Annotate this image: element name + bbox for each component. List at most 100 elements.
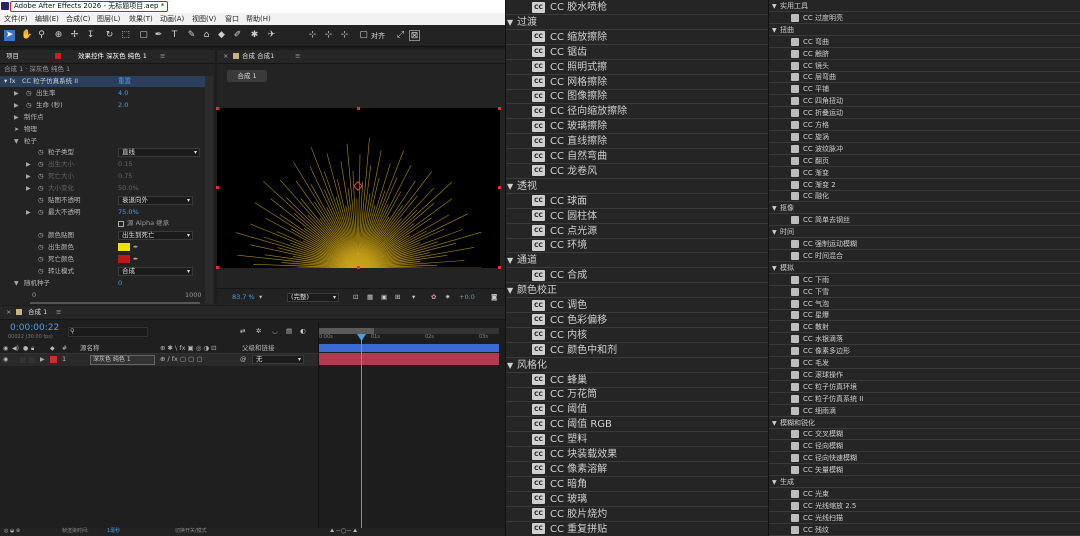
menu-composition[interactable]: 合成(C) xyxy=(66,14,90,24)
color-map-dropdown[interactable]: 出生到死亡 xyxy=(118,231,193,240)
effect-item[interactable]: CC CC 照明式擦 xyxy=(506,60,769,75)
label-icon[interactable]: ◆ xyxy=(50,343,55,354)
effect-item[interactable]: CC CC 球面 xyxy=(506,194,769,209)
collapse-arrow-icon[interactable]: ▼ xyxy=(507,358,517,373)
stopwatch-icon[interactable]: ◷ xyxy=(26,100,32,111)
effect-item[interactable]: CC 下雪 xyxy=(769,286,1080,298)
pickwhip-icon[interactable]: @ xyxy=(240,354,247,365)
close-icon[interactable]: × xyxy=(6,307,11,318)
effect-item[interactable]: CC 滚球操作 xyxy=(769,369,1080,381)
menu-view[interactable]: 视图(V) xyxy=(192,14,216,24)
layer-search-input[interactable] xyxy=(68,327,148,337)
viewer-menu-icon[interactable]: ≡ xyxy=(295,51,300,62)
effect-item[interactable]: CC CC 龙卷风 xyxy=(506,164,769,179)
stopwatch-icon[interactable]: ◷ xyxy=(38,242,44,253)
parent-dropdown[interactable]: 无 xyxy=(252,355,304,364)
panel-menu-icon[interactable]: ≡ xyxy=(160,51,165,62)
transfer-mode-dropdown[interactable]: 合成 xyxy=(118,267,193,276)
toggle-switches-modes[interactable]: 切换开关/模式 xyxy=(175,526,207,536)
menu-file[interactable]: 文件(F) xyxy=(4,14,28,24)
eyedropper-icon[interactable]: ✒ xyxy=(133,254,138,265)
eraser-tool-icon[interactable]: ◆ xyxy=(216,30,227,41)
composition-canvas[interactable] xyxy=(216,107,501,393)
effect-item[interactable]: CC CC 环境 xyxy=(506,238,769,254)
effect-item[interactable]: CC 散射 xyxy=(769,321,1080,334)
effect-item[interactable]: CC CC 圆柱体 xyxy=(506,209,769,224)
expand-arrow-icon[interactable]: ▶ xyxy=(26,159,31,170)
expand-arrow-icon[interactable]: ▶ xyxy=(26,207,31,218)
effect-item[interactable]: CC 强制运动模糊 xyxy=(769,238,1080,250)
effect-item[interactable]: CC 气泡 xyxy=(769,298,1080,310)
effect-item[interactable]: CC 简单去钢丝 xyxy=(769,214,1080,227)
resolution-dropdown[interactable]: (完整) xyxy=(287,293,339,302)
effect-item[interactable]: CC 波纹脉冲 xyxy=(769,143,1080,155)
effect-item[interactable]: CC 像素多边形 xyxy=(769,345,1080,358)
effect-item[interactable]: CC CC 块装载效果 xyxy=(506,447,769,462)
fx-badge[interactable]: ▾ fx xyxy=(4,76,15,87)
stopwatch-icon[interactable]: ◷ xyxy=(38,254,44,265)
expand-arrow-icon[interactable]: ▶ xyxy=(26,171,31,182)
axis-view-icon[interactable]: ⊹ xyxy=(339,30,350,41)
menu-edit[interactable]: 编辑(E) xyxy=(35,14,59,24)
expand-arrow-icon[interactable]: ▶ xyxy=(14,100,19,111)
zoom-dropdown-icon[interactable]: ▾ xyxy=(259,292,262,303)
stopwatch-icon[interactable]: ◷ xyxy=(38,266,44,277)
effect-item[interactable]: CC CC 暗角 xyxy=(506,477,769,492)
axis-world-icon[interactable]: ⊹ xyxy=(323,30,334,41)
effect-item[interactable]: CC 过度明亮 xyxy=(769,12,1080,24)
close-icon[interactable]: × xyxy=(223,51,228,62)
effect-item[interactable]: CC CC 玻璃 xyxy=(506,492,769,507)
effect-item[interactable]: CC 径向模糊 xyxy=(769,440,1080,453)
effect-item[interactable]: CC 弯曲 xyxy=(769,36,1080,48)
random-seed-slider[interactable] xyxy=(30,302,200,304)
view-options-icon[interactable]: ▾ xyxy=(412,292,415,303)
size-variation-value[interactable]: 50.0% xyxy=(118,183,139,194)
effect-item[interactable]: CC CC 缩放擦除 xyxy=(506,30,769,45)
effect-item[interactable]: CC CC 色彩偏移 xyxy=(506,313,769,328)
audio-icon[interactable]: ◀) xyxy=(12,343,19,354)
snap-options-icon[interactable]: ⤢ xyxy=(395,30,406,41)
effect-item[interactable]: CC 触脐 xyxy=(769,48,1080,60)
effect-item[interactable]: CC CC 像素溶解 xyxy=(506,462,769,477)
opacity-map-dropdown[interactable]: 衰退向外 xyxy=(118,196,193,205)
collapse-arrow-icon[interactable]: ▼ xyxy=(14,136,19,147)
death-color-swatch[interactable] xyxy=(118,255,130,263)
axis-local-icon[interactable]: ⊹ xyxy=(307,30,318,41)
alpha-checkbox[interactable] xyxy=(118,221,124,227)
effect-item[interactable]: CC CC 合成 xyxy=(506,268,769,284)
layer-label-color[interactable] xyxy=(50,356,57,363)
effect-item[interactable]: CC 翻页 xyxy=(769,155,1080,167)
selection-tool-icon[interactable]: ➤ xyxy=(4,30,15,41)
effect-item[interactable]: CC CC 内核 xyxy=(506,328,769,343)
effect-item[interactable]: CC 下雨 xyxy=(769,274,1080,286)
effect-item[interactable]: CC CC 颜色中和剂 xyxy=(506,343,769,358)
effect-item[interactable]: CC 交叉模糊 xyxy=(769,428,1080,441)
effect-item[interactable]: CC CC 蜂巢 xyxy=(506,373,769,388)
hand-tool-icon[interactable]: ✋ xyxy=(21,30,32,41)
effect-item[interactable]: CC CC 调色 xyxy=(506,298,769,313)
frame-blending-icon[interactable]: ▤ xyxy=(286,326,292,337)
effect-item[interactable]: CC CC 直线擦除 xyxy=(506,134,769,150)
tab-project[interactable]: 项目 xyxy=(6,51,19,62)
effect-item[interactable]: CC 粒子仿真环境 xyxy=(769,381,1080,393)
parent-link-header[interactable]: 父级和链接 xyxy=(242,343,275,354)
effect-item[interactable]: CC 细雨滴 xyxy=(769,405,1080,417)
random-seed-value[interactable]: 0 xyxy=(118,278,122,289)
effect-item[interactable]: CC 层弯曲 xyxy=(769,71,1080,84)
visibility-icon[interactable]: ◉ xyxy=(3,354,8,365)
collapse-arrow-icon[interactable]: ▼ xyxy=(507,179,517,194)
collapse-arrow-icon[interactable]: ▼ xyxy=(14,278,19,289)
exposure-icon[interactable]: ✷ xyxy=(445,292,450,303)
effect-item[interactable]: CC CC 锯齿 xyxy=(506,45,769,60)
lock-icon[interactable]: 🔒︎ xyxy=(31,343,34,354)
menu-animation[interactable]: 动画(A) xyxy=(160,14,184,24)
prop-value-life[interactable]: 2.0 xyxy=(118,100,128,111)
comp-navigator-button[interactable]: 合成 1 xyxy=(227,70,267,82)
orbit-camera-icon[interactable]: ⊕ xyxy=(53,30,64,41)
effect-item[interactable]: CC CC 重复拼贴 xyxy=(506,522,769,536)
effect-item[interactable]: CC 渐变 xyxy=(769,167,1080,179)
layer-duration-bar[interactable] xyxy=(319,353,499,365)
draft-3d-icon[interactable]: ✲ xyxy=(256,326,261,337)
effect-item[interactable]: CC 融化 xyxy=(769,190,1080,203)
effect-item[interactable]: CC CC 胶水喷枪 xyxy=(506,0,769,15)
